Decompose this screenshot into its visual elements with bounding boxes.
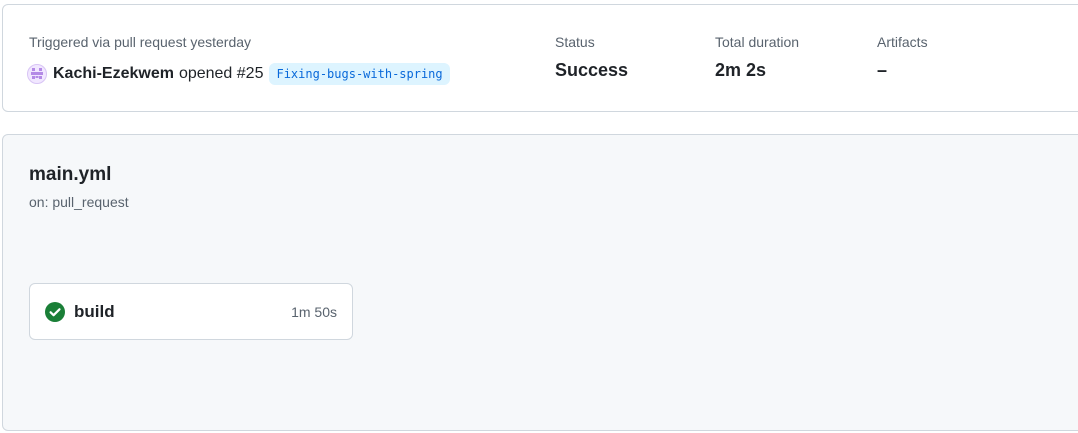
job-name: build [74,301,115,321]
actor-link[interactable]: Kachi-Ezekwem [53,65,174,83]
artifacts-value: – [877,60,888,80]
branch-label[interactable]: Fixing-bugs-with-spring [269,63,450,85]
identicon-icon [31,68,43,79]
run-summary-card: Triggered via pull request yesterday Kac… [2,4,1078,112]
duration-stat: Total duration 2m 2s [715,34,799,81]
check-circle-fill-icon [45,301,65,322]
status-label: Status [555,34,595,50]
workflow-file-name: main.yml [29,164,112,185]
trigger-row: Kachi-Ezekwem opened #25 Fixing-bugs-wit… [27,63,450,85]
artifacts-stat: Artifacts – [877,34,928,81]
workflow-trigger: on: pull_request [29,194,129,210]
duration-value: 2m 2s [715,60,767,80]
avatar[interactable] [27,64,47,84]
trigger-label: Triggered via pull request yesterday [29,34,252,50]
job-duration: 1m 50s [291,303,337,320]
duration-label: Total duration [715,34,800,50]
workflow-graph-panel: main.yml on: pull_request build 1m 50s [2,134,1078,431]
pull-request-link[interactable]: opened #25 [179,65,264,83]
status-value: Success [555,60,629,80]
status-stat: Status Success [555,34,628,81]
job-card-build[interactable]: build 1m 50s [29,283,353,340]
artifacts-label: Artifacts [877,34,928,50]
